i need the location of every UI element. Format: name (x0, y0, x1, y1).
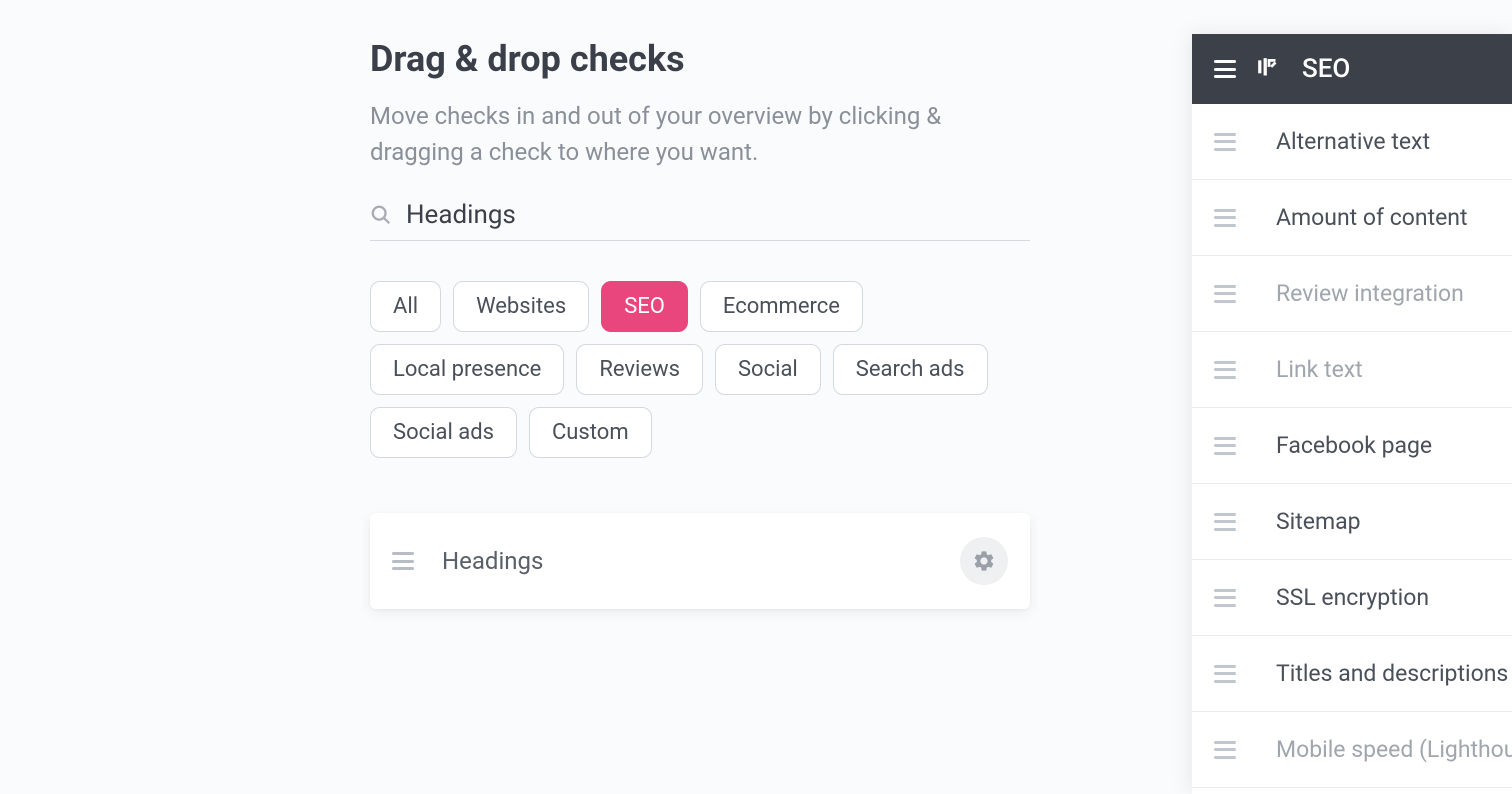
filter-reviews[interactable]: Reviews (576, 344, 703, 395)
filter-search-ads[interactable]: Search ads (833, 344, 988, 395)
side-item-label: Amount of content (1276, 204, 1468, 231)
side-item-titles-and-descriptions[interactable]: Titles and descriptions (1192, 636, 1512, 712)
settings-button[interactable] (960, 537, 1008, 585)
side-item-label: Sitemap (1276, 508, 1361, 535)
page-subtitle: Move checks in and out of your overview … (370, 98, 1030, 170)
page-title: Drag & drop checks (370, 38, 1030, 80)
result-item[interactable]: Headings (370, 513, 1030, 609)
side-item-alternative-text[interactable]: Alternative text (1192, 104, 1512, 180)
side-item-label: Titles and descriptions (1276, 660, 1508, 687)
drag-handle-icon[interactable] (1214, 589, 1236, 607)
search-icon (370, 204, 392, 226)
drag-handle-icon[interactable] (1214, 361, 1236, 379)
side-item-label: Facebook page (1276, 432, 1432, 459)
filter-seo[interactable]: SEO (601, 281, 688, 332)
drag-handle-icon[interactable] (1214, 285, 1236, 303)
filter-social[interactable]: Social (715, 344, 821, 395)
side-item-label: Link text (1276, 356, 1363, 383)
filter-websites[interactable]: Websites (453, 281, 589, 332)
result-label: Headings (442, 547, 960, 575)
filter-custom[interactable]: Custom (529, 407, 652, 458)
side-item-label: Mobile speed (Lighthouse) (1276, 736, 1512, 763)
side-item-ssl-encryption[interactable]: SSL encryption (1192, 560, 1512, 636)
filter-local-presence[interactable]: Local presence (370, 344, 564, 395)
drag-handle-icon[interactable] (1214, 665, 1236, 683)
drag-handle-icon[interactable] (1214, 133, 1236, 151)
drag-handle-icon[interactable] (1214, 209, 1236, 227)
drag-handle-icon[interactable] (1214, 60, 1236, 78)
filter-row: All Websites SEO Ecommerce Local presenc… (370, 281, 1030, 458)
drag-handle-icon[interactable] (392, 552, 414, 570)
side-item-facebook-page[interactable]: Facebook page (1192, 408, 1512, 484)
side-panel: SEO Alternative text Amount of content R… (1192, 34, 1512, 794)
search-row (370, 200, 1030, 241)
drag-handle-icon[interactable] (1214, 741, 1236, 759)
category-icon (1256, 56, 1282, 82)
filter-social-ads[interactable]: Social ads (370, 407, 517, 458)
side-item-label: Review integration (1276, 280, 1464, 307)
filter-ecommerce[interactable]: Ecommerce (700, 281, 863, 332)
side-item-label: Alternative text (1276, 128, 1430, 155)
search-input[interactable] (406, 200, 1030, 230)
side-item-label: SSL encryption (1276, 584, 1429, 611)
side-panel-header[interactable]: SEO (1192, 34, 1512, 104)
side-item-mobile-speed[interactable]: Mobile speed (Lighthouse) (1192, 712, 1512, 788)
gear-icon (972, 549, 996, 573)
drag-handle-icon[interactable] (1214, 513, 1236, 531)
side-item-review-integration[interactable]: Review integration (1192, 256, 1512, 332)
drag-handle-icon[interactable] (1214, 437, 1236, 455)
side-item-sitemap[interactable]: Sitemap (1192, 484, 1512, 560)
filter-all[interactable]: All (370, 281, 441, 332)
side-item-amount-of-content[interactable]: Amount of content (1192, 180, 1512, 256)
side-item-link-text[interactable]: Link text (1192, 332, 1512, 408)
side-panel-title: SEO (1302, 54, 1350, 84)
